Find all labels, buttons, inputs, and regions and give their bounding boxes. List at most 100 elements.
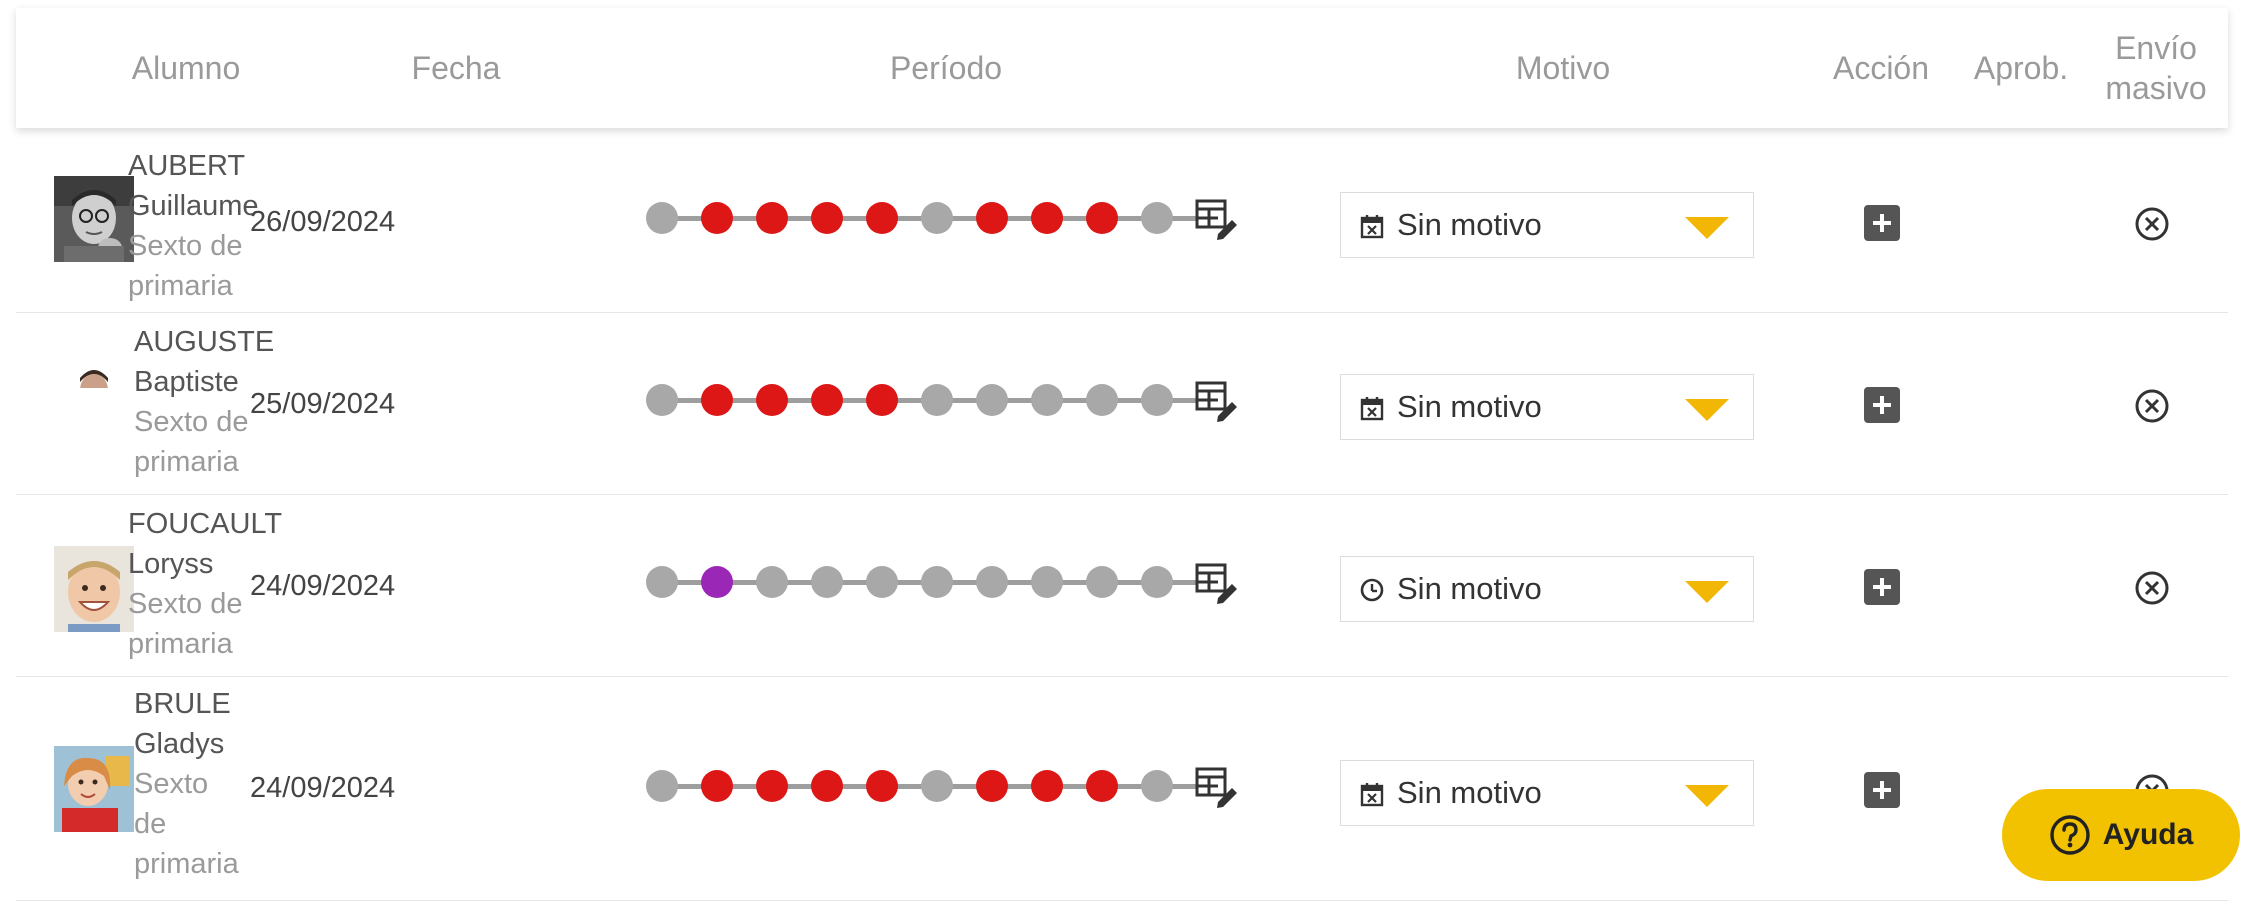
period-slot-neutral[interactable] [1086, 384, 1118, 416]
period-timeline [646, 560, 1256, 610]
help-button[interactable]: Ayuda [2002, 789, 2240, 881]
period-slot-neutral[interactable] [976, 566, 1008, 598]
period-slot-absent[interactable] [756, 384, 788, 416]
period-slot-neutral[interactable] [1141, 566, 1173, 598]
student-last-name: AUBERT [128, 150, 246, 182]
question-circle-icon [2050, 815, 2090, 855]
period-slot-absent[interactable] [701, 202, 733, 234]
period-slot-absent[interactable] [811, 770, 843, 802]
edit-schedule-icon[interactable] [1194, 560, 1240, 606]
period-slot-absent[interactable] [811, 384, 843, 416]
absences-table: Alumno Fecha Período Motivo Acción Aprob… [16, 8, 2228, 906]
edit-schedule-icon[interactable] [1194, 378, 1240, 424]
period-slot-absent[interactable] [1031, 202, 1063, 234]
period-slot-neutral[interactable] [921, 202, 953, 234]
add-action-button[interactable] [1864, 387, 1900, 423]
reason-value: Sin motivo [1397, 207, 1542, 242]
table-row: AUGUSTE Baptiste Sexto de primaria 25/09… [16, 312, 2228, 495]
period-slot-neutral[interactable] [1141, 770, 1173, 802]
period-slot-absent[interactable] [756, 202, 788, 234]
header-student[interactable]: Alumno [76, 8, 296, 128]
add-action-button[interactable] [1864, 569, 1900, 605]
edit-schedule-icon[interactable] [1194, 196, 1240, 242]
period-slot-neutral[interactable] [1031, 566, 1063, 598]
calendar-x-icon [1360, 783, 1384, 807]
period-slot-neutral[interactable] [811, 566, 843, 598]
student-first-name: Guillaume [128, 190, 259, 222]
header-reason: Motivo [1515, 50, 1611, 86]
period-slot-neutral[interactable] [646, 384, 678, 416]
period-slot-neutral[interactable] [646, 770, 678, 802]
plus-icon [1873, 396, 1891, 414]
reason-select[interactable]: Sin motivo [1340, 192, 1754, 258]
chevron-down-icon [1685, 785, 1729, 807]
reason-select[interactable]: Sin motivo [1340, 556, 1754, 622]
table-row: AUBERT Guillaume Sexto de primaria 26/09… [16, 130, 2228, 313]
student-grade-line1: Sexto [134, 768, 209, 800]
student-grade-line3: primaria [134, 848, 239, 880]
clock-icon [1360, 578, 1384, 602]
period-slot-neutral[interactable] [646, 202, 678, 234]
period-slot-absent[interactable] [866, 202, 898, 234]
table-row: FOUCAULT Loryss Sexto de primaria 24/09/… [16, 494, 2228, 677]
student-last-name: FOUCAULT [128, 508, 283, 540]
close-circle-icon[interactable] [2134, 570, 2170, 606]
plus-icon [1873, 781, 1891, 799]
period-slot-neutral[interactable] [921, 566, 953, 598]
close-circle-icon[interactable] [2134, 388, 2170, 424]
student-grade-line2: primaria [128, 628, 233, 660]
reason-select[interactable]: Sin motivo [1340, 374, 1754, 440]
period-slot-absent[interactable] [976, 770, 1008, 802]
student-last-name: BRULE [134, 688, 231, 720]
period-slot-neutral[interactable] [1141, 202, 1173, 234]
plus-icon [1873, 214, 1891, 232]
student-name[interactable]: BRULE Gladys Sexto de primaria [134, 684, 239, 884]
period-slot-absent[interactable] [756, 770, 788, 802]
reason-value: Sin motivo [1397, 389, 1542, 424]
student-last-name: AUGUSTE [134, 326, 275, 358]
period-slot-late[interactable] [701, 566, 733, 598]
period-slot-absent[interactable] [1031, 770, 1063, 802]
header-action: Acción [1832, 50, 1930, 86]
reason-select[interactable]: Sin motivo [1340, 760, 1754, 826]
add-action-button[interactable] [1864, 772, 1900, 808]
absence-date: 26/09/2024 [250, 206, 396, 238]
absence-date: 24/09/2024 [250, 570, 396, 602]
header-date[interactable]: Fecha [346, 8, 566, 128]
period-slot-neutral[interactable] [646, 566, 678, 598]
period-slot-neutral[interactable] [1031, 384, 1063, 416]
absence-date: 25/09/2024 [250, 388, 396, 420]
period-slot-absent[interactable] [811, 202, 843, 234]
period-slot-absent[interactable] [976, 202, 1008, 234]
period-slot-neutral[interactable] [1141, 384, 1173, 416]
student-photo [54, 360, 134, 388]
header-approval: Aprob. [1973, 50, 2069, 86]
header-bulk-send-line1: Envío [2115, 30, 2197, 66]
student-photo [54, 176, 134, 262]
chevron-down-icon [1685, 399, 1729, 421]
add-action-button[interactable] [1864, 205, 1900, 241]
edit-schedule-icon[interactable] [1194, 764, 1240, 810]
student-name[interactable]: AUBERT Guillaume Sexto de primaria [128, 146, 259, 306]
period-slot-absent[interactable] [1086, 202, 1118, 234]
period-slot-absent[interactable] [701, 384, 733, 416]
absence-date: 24/09/2024 [250, 772, 396, 804]
period-timeline [646, 196, 1256, 246]
period-slot-neutral[interactable] [866, 566, 898, 598]
period-slot-neutral[interactable] [976, 384, 1008, 416]
table-row: BRULE Gladys Sexto de primaria 24/09/202… [16, 676, 2228, 901]
student-grade-line2: primaria [134, 446, 239, 478]
period-slot-neutral[interactable] [1086, 566, 1118, 598]
reason-value: Sin motivo [1397, 571, 1542, 606]
calendar-x-icon [1360, 215, 1384, 239]
period-slot-absent[interactable] [866, 770, 898, 802]
period-slot-neutral[interactable] [756, 566, 788, 598]
period-slot-neutral[interactable] [921, 384, 953, 416]
period-slot-absent[interactable] [701, 770, 733, 802]
period-slot-neutral[interactable] [921, 770, 953, 802]
header-bulk-send: Envío masivo [2086, 8, 2226, 128]
period-slot-absent[interactable] [866, 384, 898, 416]
student-grade-line2: de [134, 808, 167, 840]
close-circle-icon[interactable] [2134, 206, 2170, 242]
period-slot-absent[interactable] [1086, 770, 1118, 802]
